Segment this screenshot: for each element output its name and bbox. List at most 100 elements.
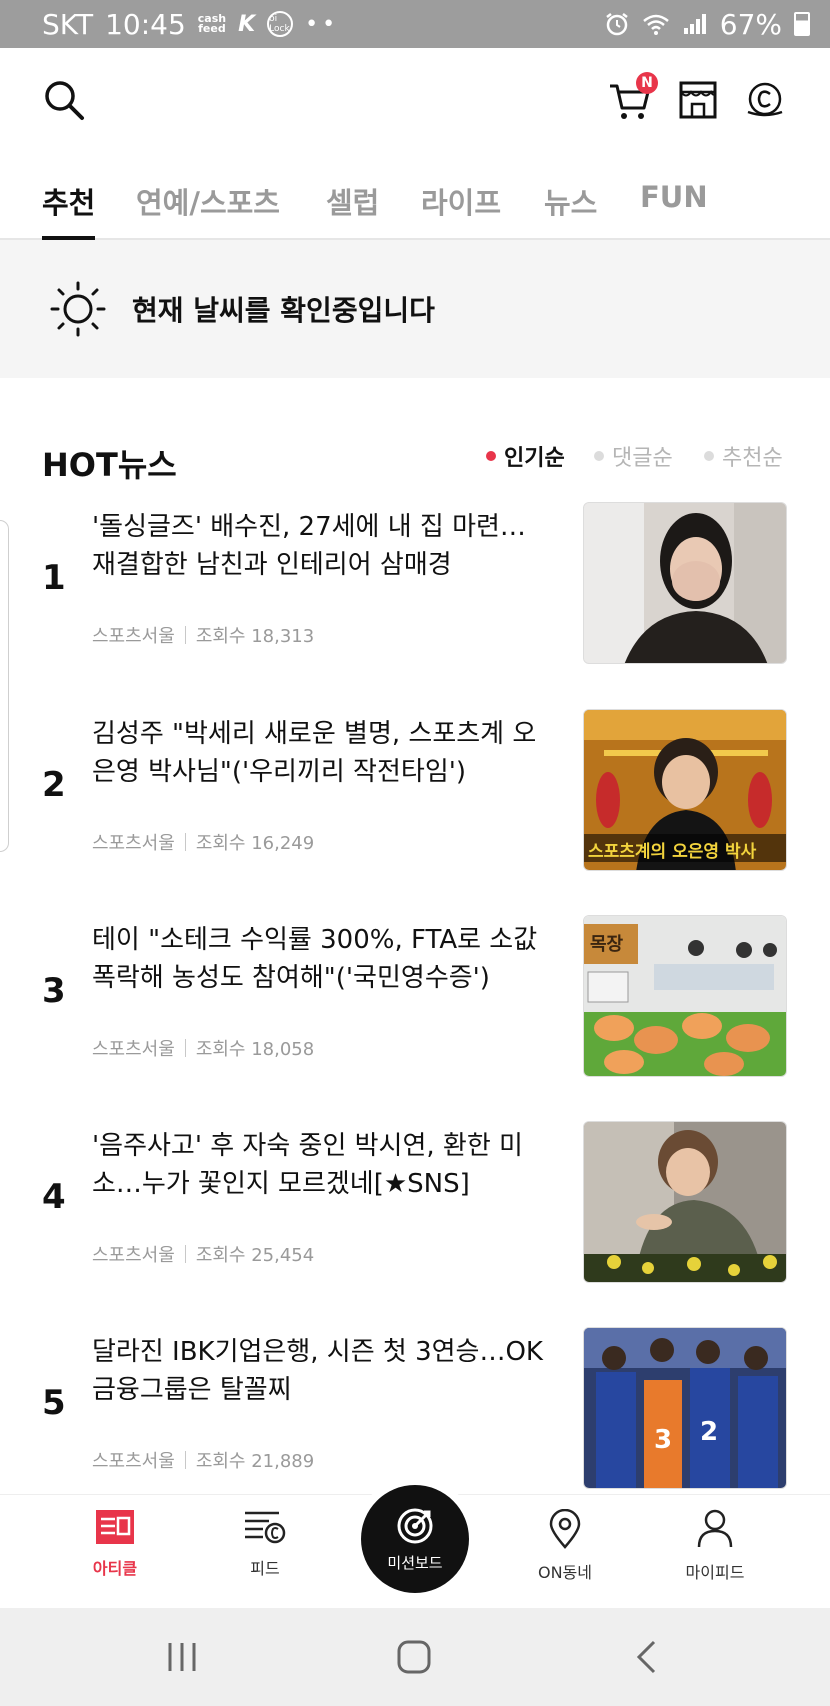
wifi-icon xyxy=(642,14,669,35)
news-source: 스포츠서울 xyxy=(92,833,175,854)
thumbnail-caption: 스포츠계의 오은영 박사 xyxy=(588,842,757,862)
news-rank: 4 xyxy=(42,1177,66,1217)
meta-divider xyxy=(184,1039,186,1057)
news-source: 스포츠서울 xyxy=(92,626,175,647)
clock: 10:45 xyxy=(105,7,186,41)
tab-recommended[interactable]: 추천 xyxy=(42,180,96,240)
tab-life[interactable]: 라이프 xyxy=(421,180,501,236)
nav-my-feed-label: 마이피드 xyxy=(685,1563,745,1582)
news-item[interactable]: 3 테이 "소테크 수익률 300%, FTA로 소값 폭락해 농성도 참여해"… xyxy=(0,915,830,1121)
news-rank: 2 xyxy=(42,765,66,805)
sort-dot xyxy=(594,451,604,461)
status-bar: SKT 10:45 cash feed K oi Lock •• 67% xyxy=(0,0,830,48)
top-bar: N xyxy=(0,48,830,158)
thumbnail-image-4 xyxy=(584,1122,786,1282)
news-item[interactable]: 4 '음주사고' 후 자숙 중인 박시연, 환한 미소…누가 꽃인지 모르겠네[… xyxy=(0,1121,830,1327)
nav-feed[interactable]: 피드 xyxy=(210,1509,320,1579)
sort-recommend[interactable]: 추천순 xyxy=(704,440,783,472)
cashfeed-icon: cash feed xyxy=(197,12,227,35)
tab-entertainment-sports[interactable]: 연예/스포츠 xyxy=(136,180,280,236)
sort-popular-label: 인기순 xyxy=(504,446,565,471)
store-button[interactable] xyxy=(676,78,720,122)
location-pin-icon xyxy=(549,1509,581,1549)
bottom-navigation: 아티클 피드 미션보드 ON동네 마이피드 xyxy=(0,1485,830,1609)
news-views: 조회수 21,889 xyxy=(195,1451,315,1472)
news-views: 조회수 25,454 xyxy=(195,1245,315,1266)
meta-divider xyxy=(184,833,186,851)
news-thumbnail[interactable] xyxy=(583,502,787,664)
news-rank: 1 xyxy=(42,558,66,598)
tab-fun[interactable]: FUN xyxy=(640,180,708,228)
status-bar-right: 67% xyxy=(604,8,810,41)
news-headline[interactable]: '음주사고' 후 자숙 중인 박시연, 환한 미소…누가 꽃인지 모르겠네[★S… xyxy=(92,1127,552,1203)
profile-icon xyxy=(697,1509,733,1548)
cart-button[interactable]: N xyxy=(604,72,658,126)
sun-icon xyxy=(50,281,106,337)
news-meta: 스포츠서울 조회수 25,454 xyxy=(92,1241,314,1267)
alarm-icon xyxy=(606,13,628,36)
news-rank: 5 xyxy=(42,1383,66,1423)
news-headline[interactable]: 달라진 IBK기업은행, 시즌 첫 3연승…OK금융그룹은 탈꼴찌 xyxy=(92,1333,552,1409)
sort-comments-label: 댓글순 xyxy=(612,446,673,471)
more-notifications-icon: •• xyxy=(305,11,340,37)
sort-active-dot xyxy=(486,451,496,461)
svg-text:3: 3 xyxy=(654,1425,672,1455)
recent-apps-button[interactable] xyxy=(152,1632,212,1682)
thumbnail-image-5: 3 2 xyxy=(584,1328,786,1488)
tab-news[interactable]: 뉴스 xyxy=(544,180,597,236)
back-button[interactable] xyxy=(616,1632,676,1682)
news-meta: 스포츠서울 조회수 21,889 xyxy=(92,1447,314,1473)
article-icon xyxy=(96,1510,134,1544)
weather-status-text: 현재 날씨를 확인중입니다 xyxy=(132,294,435,327)
weather-banner[interactable]: 현재 날씨를 확인중입니다 xyxy=(0,240,830,378)
nav-on-town-label: ON동네 xyxy=(537,1563,592,1582)
meta-divider xyxy=(184,1451,186,1469)
nav-on-town[interactable]: ON동네 xyxy=(510,1509,620,1583)
system-navigation-bar xyxy=(0,1608,830,1706)
coin-icon xyxy=(747,82,783,117)
news-headline[interactable]: '돌싱글즈' 배수진, 27세에 내 집 마련… 재결합한 남친과 인테리어 삼… xyxy=(92,508,552,584)
coin-button[interactable] xyxy=(742,80,788,120)
search-icon xyxy=(45,81,84,120)
nav-my-feed[interactable]: 마이피드 xyxy=(660,1509,770,1583)
news-meta: 스포츠서울 조회수 18,058 xyxy=(92,1035,314,1061)
target-icon xyxy=(397,1508,433,1543)
news-meta: 스포츠서울 조회수 18,313 xyxy=(92,622,314,648)
nav-mission-label: 미션보드 xyxy=(387,1553,443,1572)
news-thumbnail[interactable]: 스포츠계의 오은영 박사 xyxy=(583,709,787,871)
tab-celeb[interactable]: 셀럽 xyxy=(326,180,379,236)
sort-recommend-label: 추천순 xyxy=(722,446,783,471)
news-thumbnail[interactable] xyxy=(583,1121,787,1283)
news-thumbnail[interactable]: 3 2 xyxy=(583,1327,787,1489)
nav-mission-board[interactable]: 미션보드 xyxy=(361,1485,469,1593)
nav-article[interactable]: 아티클 xyxy=(60,1509,170,1579)
carrier-label: SKT xyxy=(42,7,94,41)
sort-comments[interactable]: 댓글순 xyxy=(594,440,673,472)
news-headline[interactable]: 테이 "소테크 수익률 300%, FTA로 소값 폭락해 농성도 참여해"('… xyxy=(92,921,552,997)
sort-popular[interactable]: 인기순 xyxy=(486,440,565,472)
news-views: 조회수 16,249 xyxy=(195,833,315,854)
news-thumbnail[interactable]: 목장 xyxy=(583,915,787,1077)
category-tabs: 추천 연예/스포츠 셀럽 라이프 뉴스 FUN xyxy=(0,172,830,240)
news-item[interactable]: 2 김성주 "박세리 새로운 별명, 스포츠계 오은영 박사님"('우리끼리 작… xyxy=(0,709,830,915)
news-meta: 스포츠서울 조회수 16,249 xyxy=(92,829,314,855)
hot-news-title: HOT뉴스 xyxy=(42,446,177,484)
nav-article-label: 아티클 xyxy=(92,1559,138,1578)
recent-apps-icon xyxy=(168,1643,196,1671)
app-notification-icon: K xyxy=(238,11,256,37)
news-views: 조회수 18,058 xyxy=(195,1039,315,1060)
store-icon xyxy=(679,81,717,119)
news-source: 스포츠서울 xyxy=(92,1039,175,1060)
battery-percent: 67% xyxy=(719,7,782,41)
news-item[interactable]: 1 '돌싱글즈' 배수진, 27세에 내 집 마련… 재결합한 남친과 인테리어… xyxy=(0,502,830,708)
thumbnail-image-1 xyxy=(584,503,786,663)
home-icon xyxy=(397,1640,431,1674)
news-headline[interactable]: 김성주 "박세리 새로운 별명, 스포츠계 오은영 박사님"('우리끼리 작전타… xyxy=(92,715,552,791)
feed-icon xyxy=(245,1511,286,1544)
search-button[interactable] xyxy=(40,76,88,124)
back-icon xyxy=(636,1640,656,1674)
svg-text:2: 2 xyxy=(700,1417,718,1447)
home-button[interactable] xyxy=(384,1632,444,1682)
status-bar-left: SKT 10:45 cash feed K oi Lock •• xyxy=(42,8,339,41)
meta-divider xyxy=(184,626,186,644)
